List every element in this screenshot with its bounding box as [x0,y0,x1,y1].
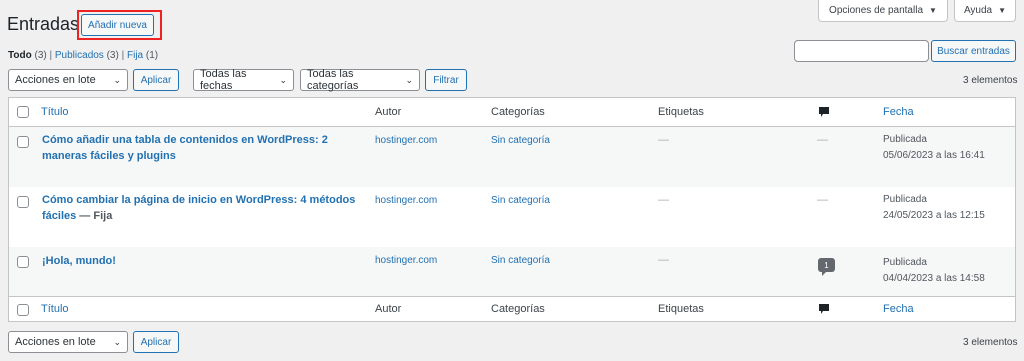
column-categories-footer: Categorías [491,303,545,315]
column-title-footer[interactable]: Título [41,303,69,315]
apply-button-top[interactable]: Aplicar [133,69,179,91]
caret-down-icon: ▼ [998,6,1007,15]
separator: | [121,50,125,61]
chevron-down-icon: ⌄ [279,74,287,85]
column-categories-header: Categorías [491,106,545,118]
post-tags: — [658,194,669,206]
post-state-label: — Fija [76,210,113,222]
table-header-row: Título Autor Categorías Etiquetas Fecha [9,98,1015,127]
post-status: Publicada [883,257,927,268]
help-tab[interactable]: Ayuda ▼ [954,0,1016,22]
column-date-header[interactable]: Fecha [883,106,914,118]
column-author-footer: Autor [375,303,402,315]
comment-icon[interactable] [818,303,830,315]
row-checkbox[interactable] [17,256,29,268]
post-comments: — [817,194,828,206]
screen-options-tab[interactable]: Opciones de pantalla ▼ [818,0,948,22]
category-filter-value: Todas las categorías [307,68,359,92]
table-footer-row: Título Autor Categorías Etiquetas Fecha [9,296,1015,323]
column-title-header[interactable]: Título [41,106,69,118]
post-date: 04/04/2023 a las 14:58 [883,273,985,284]
chevron-down-icon: ⌄ [405,74,413,85]
filter-published-link[interactable]: Publicados [55,50,104,61]
post-author-link[interactable]: hostinger.com [375,195,437,206]
post-status: Publicada [883,134,927,145]
filter-sticky-link[interactable]: Fija [127,50,143,61]
row-checkbox[interactable] [17,196,29,208]
table-row: Cómo cambiar la página de inicio en Word… [9,187,1015,247]
category-filter-select[interactable]: Todas las categorías ⌄ [300,68,420,92]
caret-down-icon: ▼ [929,6,937,15]
bulk-actions-select-top[interactable]: Acciones en lote ⌄ [8,69,128,91]
select-all-checkbox-bottom[interactable] [17,304,29,316]
post-category-link[interactable]: Sin categoría [491,255,550,266]
post-status: Publicada [883,194,927,205]
post-title-link[interactable]: Cómo añadir una tabla de contenidos en W… [42,132,362,164]
filter-all-link[interactable]: Todo [8,50,32,61]
table-row: Cómo añadir una tabla de contenidos en W… [9,127,1015,187]
screen-options-label: Opciones de pantalla [829,5,924,16]
post-date: 24/05/2023 a las 12:15 [883,210,985,221]
add-new-button[interactable]: Añadir nueva [81,14,154,36]
filter-sticky-count: (1) [145,50,159,61]
post-tags: — [658,254,669,266]
column-tags-header: Etiquetas [658,106,704,118]
column-author-header: Autor [375,106,402,118]
items-count-top: 3 elementos [963,75,1018,86]
row-checkbox[interactable] [17,136,29,148]
post-title-cell: Cómo cambiar la página de inicio en Word… [42,192,362,224]
chevron-down-icon: ⌄ [113,74,121,85]
date-filter-value: Todas las fechas [200,68,247,92]
comment-count-bubble[interactable]: 1 [818,258,835,276]
select-all-checkbox[interactable] [17,106,29,118]
items-count-bottom: 3 elementos [963,337,1018,348]
filter-published-count: (3) [106,50,119,61]
post-tags: — [658,134,669,146]
posts-table: Título Autor Categorías Etiquetas Fecha … [8,97,1016,322]
status-filter-links: Todo (3) | Publicados (3) | Fija (1) [8,50,158,61]
bulk-actions-select-bottom[interactable]: Acciones en lote ⌄ [8,331,128,353]
post-title-link[interactable]: ¡Hola, mundo! [42,253,362,269]
comment-icon[interactable] [818,106,830,118]
column-tags-footer: Etiquetas [658,303,704,315]
page-title: Entradas [7,14,80,34]
search-input[interactable] [794,40,929,62]
post-category-link[interactable]: Sin categoría [491,135,550,146]
post-date: 05/06/2023 a las 16:41 [883,150,985,161]
post-category-link[interactable]: Sin categoría [491,195,550,206]
filter-button[interactable]: Filtrar [425,69,467,91]
post-author-link[interactable]: hostinger.com [375,255,437,266]
search-posts-button[interactable]: Buscar entradas [931,40,1016,62]
bulk-actions-value: Acciones en lote [15,336,96,348]
apply-button-bottom[interactable]: Aplicar [133,331,179,353]
help-label: Ayuda [963,5,993,16]
table-row: ¡Hola, mundo! hostinger.com Sin categorí… [9,247,1015,296]
bulk-actions-value: Acciones en lote [15,74,96,86]
chevron-down-icon: ⌄ [113,336,121,347]
post-author-link[interactable]: hostinger.com [375,135,437,146]
filter-all-count: (3) [34,50,47,61]
column-date-footer[interactable]: Fecha [883,303,914,315]
date-filter-select[interactable]: Todas las fechas ⌄ [193,68,294,92]
post-comments: — [817,134,828,146]
separator: | [49,50,53,61]
